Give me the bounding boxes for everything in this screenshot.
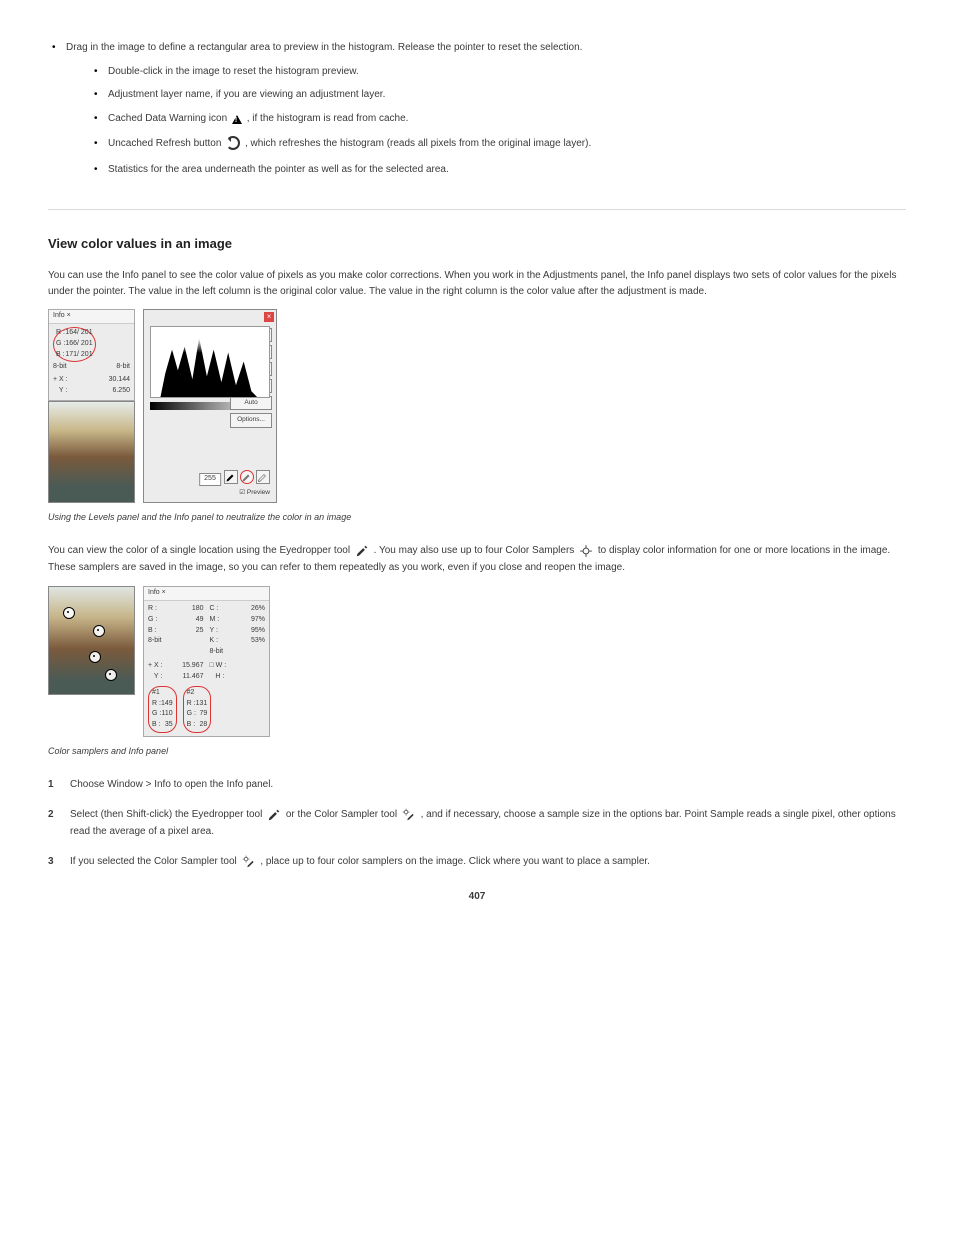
- levels-black-eyedropper-icon[interactable]: [224, 470, 238, 484]
- section-heading: View color values in an image: [48, 234, 906, 254]
- steps-list: 1Choose Window > Info to open the Info p…: [48, 777, 906, 871]
- levels-auto-button[interactable]: Auto: [230, 396, 272, 410]
- eyedropper-icon: [355, 544, 369, 561]
- sub-bullet-1: Adjustment layer name, if you are viewin…: [90, 87, 906, 103]
- levels-highlight-input[interactable]: 255: [199, 473, 221, 486]
- section-paragraph-2: You can view the color of a single locat…: [48, 543, 906, 576]
- figure-1-caption: Using the Levels panel and the Info pane…: [48, 511, 906, 525]
- warning-triangle-icon: [232, 113, 242, 129]
- info-panel-small: Info × R :164/ 201 G :166/ 201 B :171/ 2…: [48, 309, 135, 401]
- figure-1: Info × R :164/ 201 G :166/ 201 B :171/ 2…: [48, 309, 906, 503]
- refresh-icon: [226, 136, 240, 154]
- levels-options-button[interactable]: Options...: [230, 413, 272, 427]
- levels-histogram: [150, 326, 270, 398]
- section-divider: [48, 209, 906, 210]
- info-panel-tab: Info ×: [49, 310, 134, 324]
- sub-bullet-4: Statistics for the area underneath the p…: [90, 162, 906, 178]
- top-bullet-1: Drag in the image to define a rectangula…: [48, 40, 906, 177]
- color-sampler-marker-2: [93, 625, 105, 637]
- step-3: 3 If you selected the Color Sampler tool…: [48, 854, 906, 872]
- levels-white-eyedropper-icon[interactable]: [256, 470, 270, 484]
- figure-2-photo-thumb: [48, 586, 135, 695]
- section-paragraph-1: You can use the Info panel to see the co…: [48, 268, 906, 299]
- info-panel-wide: Info × R :180 G :49 B :25 8-bit C :26% M…: [143, 586, 270, 737]
- levels-eyedroppers: [224, 470, 270, 484]
- sub-bullet-2: Cached Data Warning icon , if the histog…: [90, 111, 906, 129]
- figure-1-photo-thumb: [48, 401, 135, 503]
- eyedropper-tool-icon: [267, 808, 281, 825]
- levels-dialog: × OK Cancel Load... Save... Auto Options…: [143, 309, 277, 503]
- top-bullet-list: Drag in the image to define a rectangula…: [48, 40, 906, 177]
- color-sampler-tool-icon-2: [242, 855, 256, 872]
- figure-2-caption: Color samplers and Info panel: [48, 745, 906, 759]
- color-sampler-marker-4: [105, 669, 117, 681]
- color-sampler-marker-3: [89, 651, 101, 663]
- sub-bullet-3: Uncached Refresh button , which refreshe…: [90, 136, 906, 154]
- color-sampler-tool-icon: [402, 808, 416, 825]
- sub-bullet-list: Double-click in the image to reset the h…: [90, 64, 906, 178]
- sampler-readout-2: #2 R :131 G :79 B :28: [183, 686, 212, 733]
- levels-close-icon[interactable]: ×: [264, 312, 274, 322]
- top-bullet-1-text: Drag in the image to define a rectangula…: [66, 42, 582, 53]
- step-2: 2 Select (then Shift-click) the Eyedropp…: [48, 807, 906, 840]
- sampler-readout-1: #1 R :149 G :110 B :35: [148, 686, 177, 733]
- levels-gray-eyedropper-icon[interactable]: [240, 470, 254, 484]
- color-sampler-marker-1: [63, 607, 75, 619]
- color-sampler-target-icon: [579, 544, 593, 561]
- sub-bullet-0: Double-click in the image to reset the h…: [90, 64, 906, 80]
- info-panel-wide-tab: Info ×: [144, 587, 269, 601]
- page-number: 407: [48, 889, 906, 905]
- figure-2: Info × R :180 G :49 B :25 8-bit C :26% M…: [48, 586, 906, 737]
- info-rgb-circled: R :164/ 201 G :166/ 201 B :171/ 201: [53, 327, 96, 362]
- step-1: 1Choose Window > Info to open the Info p…: [48, 777, 906, 793]
- levels-preview-checkbox[interactable]: ☑ Preview: [239, 488, 270, 498]
- figure-1-left-col: Info × R :164/ 201 G :166/ 201 B :171/ 2…: [48, 309, 135, 503]
